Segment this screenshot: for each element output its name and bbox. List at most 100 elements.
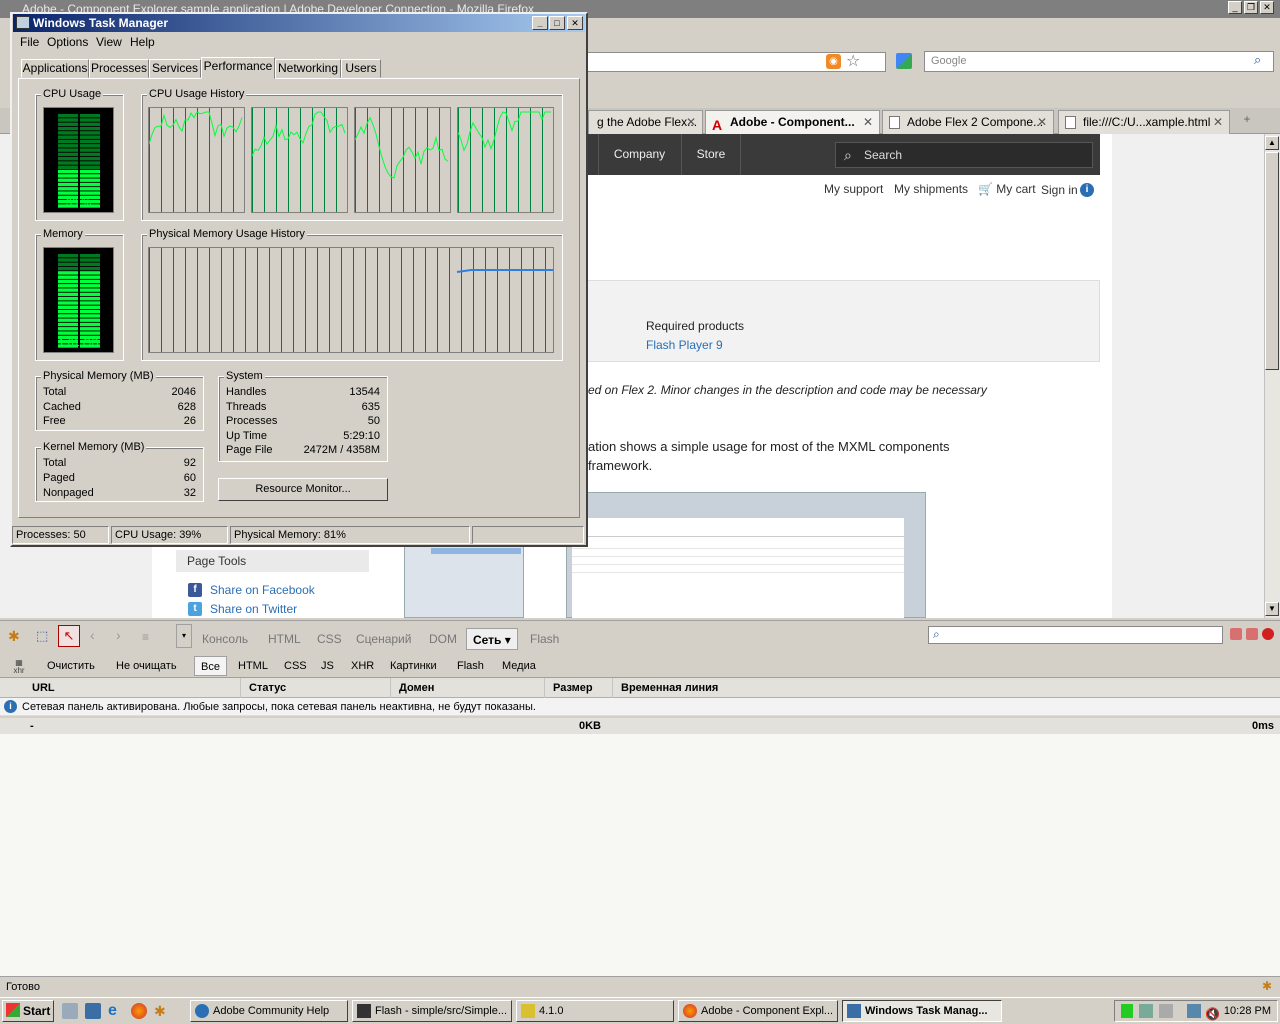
firebug-icon[interactable]: ✱ xyxy=(8,628,26,644)
computer-icon[interactable] xyxy=(1187,1004,1201,1018)
fb-tab-css[interactable]: CSS xyxy=(317,628,342,650)
close-icon[interactable]: ✕ xyxy=(1213,111,1223,133)
network-icon[interactable] xyxy=(1139,1004,1153,1018)
xhr-icon[interactable]: ▦ xhr xyxy=(10,659,28,675)
net-clear-button[interactable]: Очистить xyxy=(41,656,101,676)
taskbar-task-manager[interactable]: Windows Task Manag... xyxy=(842,1000,1002,1022)
filter-images[interactable]: Картинки xyxy=(384,656,443,676)
firebug-search-input[interactable]: ⌕ xyxy=(928,626,1223,644)
tab-users[interactable]: Users xyxy=(341,59,381,78)
tab-services[interactable]: Services xyxy=(149,59,201,78)
tab-applications[interactable]: Applications xyxy=(21,59,89,78)
filter-html[interactable]: HTML xyxy=(232,656,274,676)
fb-close-button[interactable] xyxy=(1262,628,1274,640)
fb-tab-net[interactable]: Сеть ▾ xyxy=(466,628,518,650)
fb-minimize-button[interactable] xyxy=(1230,628,1242,640)
share-facebook-link[interactable]: Share on Facebook xyxy=(210,583,315,597)
url-field[interactable] xyxy=(586,52,886,72)
stat-physical-cached: Cached 628 xyxy=(43,400,204,415)
filter-js[interactable]: JS xyxy=(315,656,340,676)
new-tab-button[interactable]: + xyxy=(1236,112,1258,132)
menu-help[interactable]: Help xyxy=(130,34,155,50)
menu-options[interactable]: Options xyxy=(47,34,88,50)
close-icon[interactable]: ✕ xyxy=(1037,111,1047,133)
panel-menu-button[interactable]: ▾ xyxy=(176,624,192,648)
info-icon[interactable]: i xyxy=(1080,183,1094,197)
my-cart-link[interactable]: 🛒 My cart xyxy=(978,182,1036,196)
star-icon[interactable]: ☆ xyxy=(846,51,860,71)
desktop-icon[interactable] xyxy=(85,1003,101,1019)
bug-icon[interactable]: ✱ xyxy=(154,1003,170,1019)
rss-icon[interactable]: ◉ xyxy=(826,54,841,69)
net-persist-button[interactable]: Не очищать xyxy=(110,656,183,676)
scroll-down-button[interactable]: ▼ xyxy=(1265,602,1279,616)
start-button[interactable]: Start xyxy=(2,1000,54,1022)
filter-flash[interactable]: Flash xyxy=(451,656,490,676)
tm-minimize-button[interactable]: _ xyxy=(532,16,548,30)
tab-flex-guide[interactable]: g the Adobe Flex... ✕ xyxy=(588,110,703,134)
col-size[interactable]: Размер xyxy=(544,678,612,698)
tab-local-file[interactable]: file:///C:/U...xample.html ✕ xyxy=(1058,110,1230,134)
firefox-icon[interactable] xyxy=(131,1003,147,1019)
inspect-toggle-icon[interactable]: ↖ xyxy=(58,625,80,647)
flash-player-link[interactable]: Flash Player 9 xyxy=(646,338,723,352)
ie-icon[interactable]: e xyxy=(108,1003,124,1019)
tm-maximize-button[interactable]: □ xyxy=(549,16,565,30)
clock[interactable]: 10:28 PM xyxy=(1224,1001,1271,1021)
cpu-tray-icon[interactable] xyxy=(1121,1004,1133,1018)
menu-file[interactable]: File xyxy=(20,34,39,50)
tab-performance[interactable]: Performance xyxy=(201,57,275,79)
tab-processes[interactable]: Processes xyxy=(89,59,149,78)
my-shipments-link[interactable]: My shipments xyxy=(894,182,968,196)
resource-monitor-button[interactable]: Resource Monitor... xyxy=(218,478,388,501)
site-search-input[interactable]: ⌕ Search xyxy=(835,142,1093,168)
close-button[interactable]: ✕ xyxy=(1260,1,1274,14)
volume-icon[interactable]: 🔇 xyxy=(1205,1004,1220,1021)
tab-component-explorer[interactable]: A Adobe - Component... ✕ xyxy=(705,110,880,134)
nav-company[interactable]: Company xyxy=(598,134,680,175)
list-icon[interactable]: ≡ xyxy=(142,630,149,644)
share-twitter-link[interactable]: Share on Twitter xyxy=(210,602,297,616)
filter-xhr[interactable]: XHR xyxy=(345,656,380,676)
search-icon[interactable]: ⌕ xyxy=(1254,52,1261,68)
filter-css[interactable]: CSS xyxy=(278,656,313,676)
taskbar-adobe-help[interactable]: Adobe Community Help xyxy=(190,1000,348,1022)
filter-media[interactable]: Медиа xyxy=(496,656,542,676)
google-search-input[interactable]: Google xyxy=(924,51,1274,72)
device-icon[interactable] xyxy=(1159,1004,1173,1018)
stat-label: Cached xyxy=(43,401,81,413)
close-icon[interactable]: ✕ xyxy=(686,111,696,133)
tab-flex2-components[interactable]: Adobe Flex 2 Compone... ✕ xyxy=(882,110,1054,134)
nav-store[interactable]: Store xyxy=(681,134,741,175)
scroll-up-button[interactable]: ▲ xyxy=(1265,136,1279,150)
taskbar-version[interactable]: 4.1.0 xyxy=(516,1000,674,1022)
fb-tab-flash[interactable]: Flash xyxy=(530,628,559,650)
fb-tab-dom[interactable]: DOM xyxy=(429,628,457,650)
back-icon[interactable]: ‹ xyxy=(90,627,95,643)
taskbar-flash-builder[interactable]: Flash - simple/src/Simple... xyxy=(352,1000,512,1022)
maximize-button[interactable]: ❐ xyxy=(1244,1,1258,14)
col-url[interactable]: URL xyxy=(24,678,240,698)
computer-icon[interactable] xyxy=(62,1003,78,1019)
tm-close-button[interactable]: ✕ xyxy=(567,16,583,30)
sign-in-link[interactable]: Sign in xyxy=(1041,183,1078,197)
fb-tab-script[interactable]: Сценарий xyxy=(356,628,411,650)
firebug-status-icon[interactable]: ✱ xyxy=(1262,979,1276,993)
col-status[interactable]: Статус xyxy=(240,678,390,698)
my-support-link[interactable]: My support xyxy=(824,182,883,196)
scroll-thumb[interactable] xyxy=(1265,152,1279,370)
col-domain[interactable]: Домен xyxy=(390,678,544,698)
forward-icon[interactable]: › xyxy=(116,627,121,643)
close-icon[interactable]: ✕ xyxy=(863,111,873,133)
filter-all[interactable]: Все xyxy=(194,656,227,676)
fb-tab-html[interactable]: HTML xyxy=(268,628,301,650)
menu-view[interactable]: View xyxy=(96,34,122,50)
minimize-button[interactable]: _ xyxy=(1228,1,1242,14)
fb-tab-console[interactable]: Консоль xyxy=(202,628,248,650)
tab-networking[interactable]: Networking xyxy=(275,59,341,78)
col-timeline[interactable]: Временная линия xyxy=(612,678,1280,698)
taskbar-firefox[interactable]: Adobe - Component Expl... xyxy=(678,1000,838,1022)
fb-detach-button[interactable] xyxy=(1246,628,1258,640)
inspect-icon[interactable]: ⬚ xyxy=(36,628,54,644)
google-icon[interactable] xyxy=(896,53,912,69)
